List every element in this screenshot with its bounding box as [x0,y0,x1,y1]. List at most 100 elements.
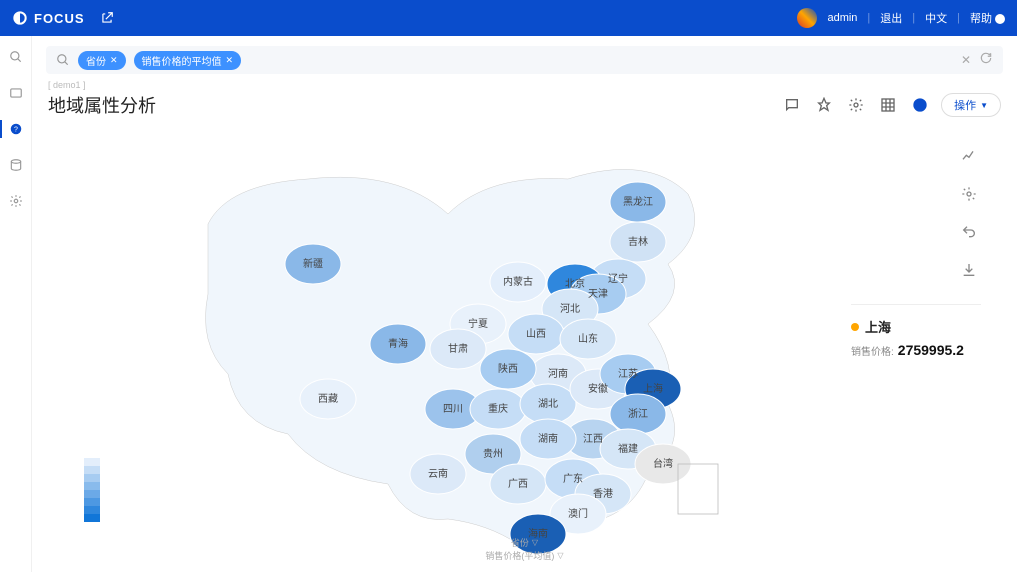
logout-link[interactable]: 退出 [880,10,902,26]
tag-label: 销售价格的平均值 [142,53,222,68]
refresh-icon [979,51,993,65]
question-circle-icon: ? [9,122,23,136]
region-name: 上海 [865,317,891,336]
map-tools [957,144,981,282]
legend-cell [84,458,100,466]
help-link[interactable]: 帮助 [970,10,1005,26]
avatar[interactable] [797,8,817,28]
selected-region: 上海 [851,317,981,336]
pin-tool[interactable] [813,94,835,116]
info-dot-icon [851,323,859,331]
chevron-down-icon: ▽ [557,551,563,560]
chevron-down-icon: ▼ [980,101,988,110]
comment-tool[interactable] [781,94,803,116]
province-内蒙古[interactable] [490,262,546,302]
operate-label: 操作 [954,97,976,113]
pie-chart-icon [912,97,928,113]
filter-tag-price-avg[interactable]: 销售价格的平均值 ✕ [134,51,242,70]
download-tool[interactable] [957,258,981,282]
brand-text: FOCUS [34,11,85,26]
province-吉林[interactable] [610,222,666,262]
tag-remove-icon[interactable]: ✕ [226,55,234,66]
color-legend [84,458,100,522]
focus-logo-icon [12,10,28,26]
province-浙江[interactable] [610,394,666,434]
sidebar-analysis[interactable]: ? [7,120,25,138]
legend-cell [84,482,100,490]
title-bar: 地域属性分析 操作 ▼ [48,92,1001,118]
table-tool[interactable] [877,94,899,116]
tag-label: 省份 [86,53,106,68]
measure-label: 销售价格(平均值) [485,549,554,562]
line-tool[interactable] [957,144,981,168]
comment-icon [784,97,800,113]
sidebar-data[interactable] [7,156,25,174]
external-link-button[interactable] [97,8,117,28]
province-青海[interactable] [370,324,426,364]
filter-tag-province[interactable]: 省份 ✕ [78,51,126,70]
province-山西[interactable] [508,314,564,354]
left-sidebar: ? [0,36,32,572]
header-right: admin | 退出 | 中文 | 帮助 [797,8,1005,28]
separator: | [957,12,960,24]
legend-cell [84,498,100,506]
main-layout: ? 省份 ✕ 销售价格的平均值 ✕ ✕ [ demo1 ] 地域属性分析 操作 ▼ 黑… [0,36,1017,572]
province-陕西[interactable] [480,349,536,389]
measure-selector[interactable]: 销售价格(平均值)▽ [485,549,563,562]
app-header: FOCUS admin | 退出 | 中文 | 帮助 [0,0,1017,36]
refresh-button[interactable] [979,51,993,70]
undo-icon [961,224,977,240]
clear-button[interactable]: ✕ [961,53,971,67]
gear-icon [848,97,864,113]
province-湖南[interactable] [520,419,576,459]
metric-row: 销售价格: 2759995.2 [851,342,981,358]
svg-text:?: ? [14,126,18,133]
sidebar-search[interactable] [7,48,25,66]
download-icon [961,262,977,278]
map-area: 黑龙江吉林辽宁内蒙古北京天津河北山西山东河南陕西宁夏甘肃青海新疆西藏四川重庆湖北… [48,124,1001,562]
province-广西[interactable] [490,464,546,504]
province-西藏[interactable] [300,379,356,419]
table-icon [880,97,896,113]
sidebar-dashboard[interactable] [7,84,25,102]
legend-cell [84,490,100,498]
page-title: 地域属性分析 [48,92,156,118]
legend-cell [84,506,100,514]
reset-tool[interactable] [957,220,981,244]
gear-icon [9,194,23,208]
chevron-down-icon: ▽ [532,538,538,547]
search-icon [56,53,70,67]
map-footer: 省份▽ 销售价格(平均值)▽ [485,536,563,562]
chart-tool[interactable] [909,94,931,116]
external-link-icon [100,11,114,25]
operate-button[interactable]: 操作 ▼ [941,93,1001,117]
config-tool[interactable] [957,182,981,206]
province-湖北[interactable] [520,384,576,424]
breadcrumb: [ demo1 ] [48,80,1001,90]
province-新疆[interactable] [285,244,341,284]
content-area: 省份 ✕ 销售价格的平均值 ✕ ✕ [ demo1 ] 地域属性分析 操作 ▼ 黑龙江… [32,36,1017,572]
separator: | [867,12,870,24]
brand-logo[interactable]: FOCUS [12,10,85,26]
search-bar[interactable]: 省份 ✕ 销售价格的平均值 ✕ ✕ [46,46,1003,74]
legend-cell [84,474,100,482]
lang-link[interactable]: 中文 [925,10,947,26]
province-甘肃[interactable] [430,329,486,369]
province-云南[interactable] [410,454,466,494]
dashboard-icon [9,86,23,100]
legend-cell [84,514,100,522]
province-重庆[interactable] [470,389,526,429]
province-山东[interactable] [560,319,616,359]
search-icon [9,50,23,64]
username[interactable]: admin [827,12,857,24]
province-黑龙江[interactable] [610,182,666,222]
gear-icon [961,186,977,202]
database-icon [9,158,23,172]
dimension-selector[interactable]: 省份▽ [485,536,563,549]
settings-tool[interactable] [845,94,867,116]
dim-label: 省份 [511,536,529,549]
sidebar-settings[interactable] [7,192,25,210]
tag-remove-icon[interactable]: ✕ [110,55,118,66]
pin-icon [816,97,832,113]
china-map[interactable]: 黑龙江吉林辽宁内蒙古北京天津河北山西山东河南陕西宁夏甘肃青海新疆西藏四川重庆湖北… [88,124,828,564]
